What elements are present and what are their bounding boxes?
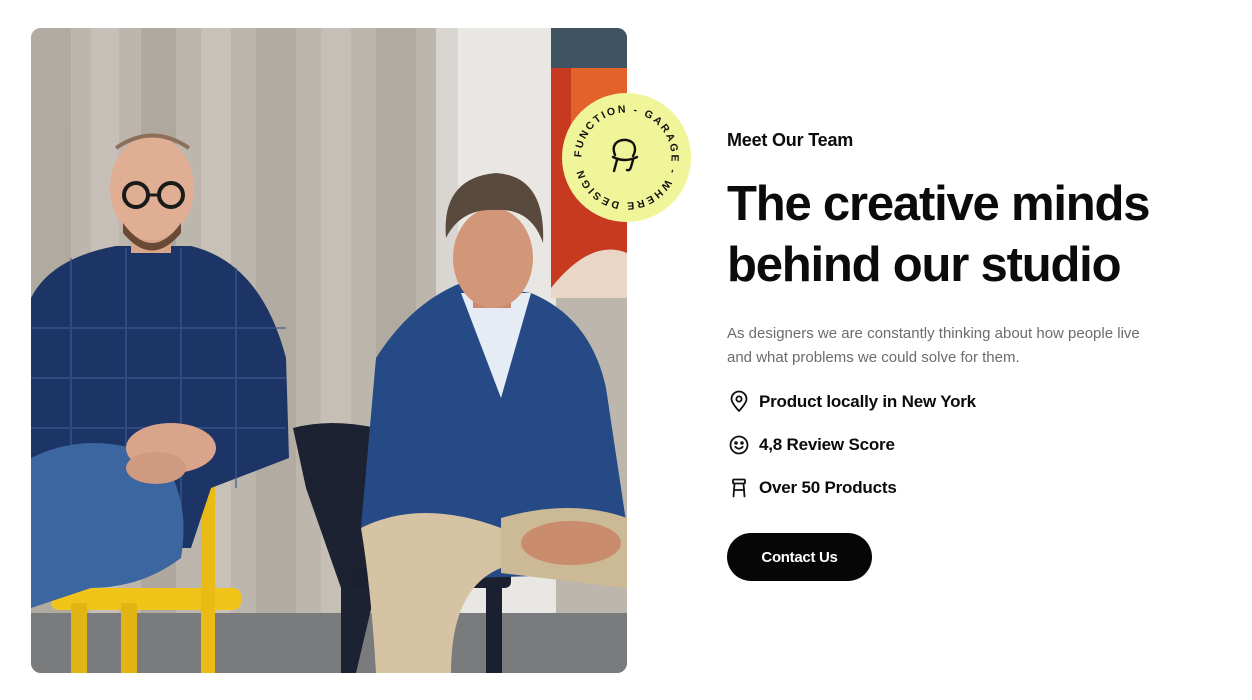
team-intro-section: Meet Our Team The creative minds behind … [727, 128, 1227, 581]
feature-item-reviews: 4,8 Review Score [727, 433, 1227, 457]
headline-line-1: The creative minds [727, 177, 1150, 231]
feature-list: Product locally in New York 4,8 Review S… [727, 390, 1227, 500]
stool-icon [732, 478, 746, 498]
headline-line-2: behind our studio [727, 238, 1122, 292]
feature-label: Over 50 Products [759, 478, 897, 497]
section-headline: The creative minds behind our studio [727, 174, 1227, 296]
contact-us-button[interactable]: Contact Us [727, 533, 872, 581]
feature-label: 4,8 Review Score [759, 435, 895, 454]
feature-label: Product locally in New York [759, 392, 976, 411]
section-eyebrow: Meet Our Team [727, 130, 854, 150]
smiley-icon [729, 435, 749, 455]
location-pin-icon [730, 390, 748, 412]
brand-badge: FUNCTION - GARAGE - WHERE DESIGN MEET [557, 84, 691, 222]
feature-item-location: Product locally in New York [727, 390, 1227, 414]
team-photo-illustration [31, 28, 627, 673]
section-description: As designers we are constantly thinking … [727, 325, 1140, 366]
feature-item-products: Over 50 Products [727, 476, 1227, 500]
team-photo [31, 28, 627, 673]
